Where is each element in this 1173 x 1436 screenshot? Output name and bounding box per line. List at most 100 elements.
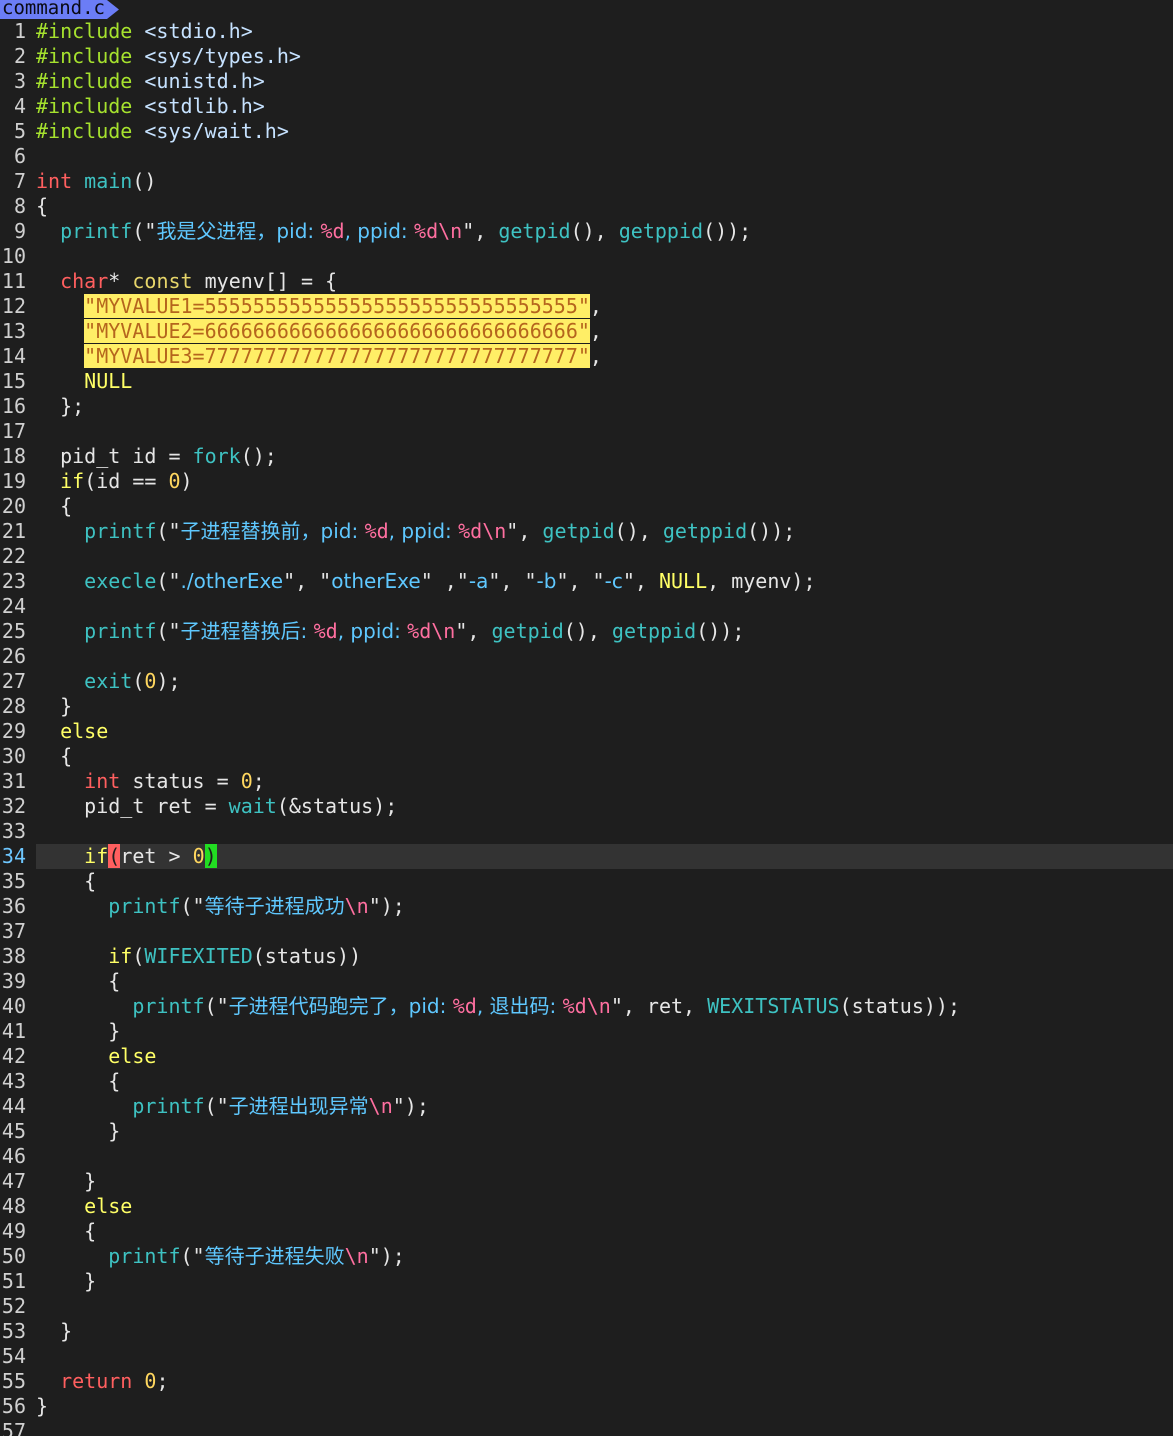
line-code[interactable]: printf("子进程替换前，pid: %d, ppid: %d\n", get…: [36, 519, 1173, 544]
line-code[interactable]: {: [36, 869, 1173, 894]
line-code[interactable]: #include <stdio.h>: [36, 19, 1173, 44]
code-line[interactable]: 31 int status = 0;: [0, 769, 1173, 794]
line-code[interactable]: }: [36, 1319, 1173, 1344]
code-line[interactable]: 57: [0, 1419, 1173, 1436]
line-code[interactable]: {: [36, 744, 1173, 769]
line-code[interactable]: printf("等待子进程失败\n");: [36, 1244, 1173, 1269]
line-code[interactable]: #include <sys/types.h>: [36, 44, 1173, 69]
code-line[interactable]: 37: [0, 919, 1173, 944]
code-line[interactable]: 39 {: [0, 969, 1173, 994]
line-code[interactable]: else: [36, 719, 1173, 744]
line-code[interactable]: int status = 0;: [36, 769, 1173, 794]
code-line[interactable]: 41 }: [0, 1019, 1173, 1044]
code-line[interactable]: 47 }: [0, 1169, 1173, 1194]
code-line[interactable]: 16 };: [0, 394, 1173, 419]
code-line[interactable]: 40 printf("子进程代码跑完了，pid: %d, 退出码: %d\n",…: [0, 994, 1173, 1019]
code-line[interactable]: 56}: [0, 1394, 1173, 1419]
code-line[interactable]: 54: [0, 1344, 1173, 1369]
line-code[interactable]: execle("./otherExe", "otherExe" ,"-a", "…: [36, 569, 1173, 594]
line-code[interactable]: }: [36, 1269, 1173, 1294]
line-code[interactable]: {: [36, 194, 1173, 219]
line-code[interactable]: printf("子进程代码跑完了，pid: %d, 退出码: %d\n", re…: [36, 994, 1173, 1019]
line-code[interactable]: [36, 919, 1173, 944]
code-line[interactable]: 5 #include <sys/wait.h>: [0, 119, 1173, 144]
line-code[interactable]: [36, 544, 1173, 569]
line-code[interactable]: pid_t ret = wait(&status);: [36, 794, 1173, 819]
line-code[interactable]: if(id == 0): [36, 469, 1173, 494]
code-line[interactable]: 2 #include <sys/types.h>: [0, 44, 1173, 69]
code-line[interactable]: 27 exit(0);: [0, 669, 1173, 694]
code-line[interactable]: 22: [0, 544, 1173, 569]
code-line[interactable]: 28 }: [0, 694, 1173, 719]
line-code[interactable]: {: [36, 494, 1173, 519]
code-line[interactable]: 14 "MYVALUE3=777777777777777777777777777…: [0, 344, 1173, 369]
code-line[interactable]: 38 if(WIFEXITED(status)): [0, 944, 1173, 969]
line-code[interactable]: "MYVALUE3=777777777777777777777777777777…: [36, 344, 1173, 369]
line-code[interactable]: "MYVALUE2=666666666666666666666666666666…: [36, 319, 1173, 344]
line-code[interactable]: pid_t id = fork();: [36, 444, 1173, 469]
line-code[interactable]: [36, 419, 1173, 444]
line-code[interactable]: {: [36, 1069, 1173, 1094]
line-code[interactable]: [36, 594, 1173, 619]
line-code[interactable]: }: [36, 1169, 1173, 1194]
line-code[interactable]: int main(): [36, 169, 1173, 194]
line-code[interactable]: [36, 1344, 1173, 1369]
line-code[interactable]: [36, 644, 1173, 669]
line-code[interactable]: }: [36, 694, 1173, 719]
code-line[interactable]: 46: [0, 1144, 1173, 1169]
line-code[interactable]: {: [36, 1219, 1173, 1244]
line-code[interactable]: [36, 244, 1173, 269]
line-code[interactable]: printf("我是父进程，pid: %d, ppid: %d\n", getp…: [36, 219, 1173, 244]
line-code[interactable]: return 0;: [36, 1369, 1173, 1394]
line-code[interactable]: }: [36, 1019, 1173, 1044]
code-line[interactable]: 15 NULL: [0, 369, 1173, 394]
code-line[interactable]: 49 {: [0, 1219, 1173, 1244]
code-line[interactable]: 11 char* const myenv[] = {: [0, 269, 1173, 294]
code-line[interactable]: 25 printf("子进程替换后: %d, ppid: %d\n", getp…: [0, 619, 1173, 644]
code-line[interactable]: 23 execle("./otherExe", "otherExe" ,"-a"…: [0, 569, 1173, 594]
line-code[interactable]: [36, 144, 1173, 169]
code-line[interactable]: 35 {: [0, 869, 1173, 894]
code-line[interactable]: 53 }: [0, 1319, 1173, 1344]
code-editor[interactable]: command.c 1 #include <stdio.h> 2 #include <…: [0, 0, 1173, 1436]
code-line[interactable]: 30 {: [0, 744, 1173, 769]
code-lines[interactable]: 1 #include <stdio.h> 2 #include <sys/types.…: [0, 19, 1173, 1436]
line-code[interactable]: char* const myenv[] = {: [36, 269, 1173, 294]
line-code[interactable]: #include <sys/wait.h>: [36, 119, 1173, 144]
code-line[interactable]: 43 {: [0, 1069, 1173, 1094]
line-code[interactable]: [36, 1419, 1173, 1436]
code-line[interactable]: 12 "MYVALUE1=555555555555555555555555555…: [0, 294, 1173, 319]
code-line[interactable]: 7 int main(): [0, 169, 1173, 194]
tab-file[interactable]: command.c: [0, 0, 119, 19]
line-code[interactable]: }: [36, 1394, 1173, 1419]
line-code[interactable]: [36, 1294, 1173, 1319]
code-line[interactable]: 34 if(ret > 0): [0, 844, 1173, 869]
line-code[interactable]: if(WIFEXITED(status)): [36, 944, 1173, 969]
code-line[interactable]: 52: [0, 1294, 1173, 1319]
code-line[interactable]: 32 pid_t ret = wait(&status);: [0, 794, 1173, 819]
line-code[interactable]: NULL: [36, 369, 1173, 394]
line-code[interactable]: else: [36, 1194, 1173, 1219]
line-code[interactable]: [36, 1144, 1173, 1169]
code-line[interactable]: 21 printf("子进程替换前，pid: %d, ppid: %d\n", …: [0, 519, 1173, 544]
line-code[interactable]: }: [36, 1119, 1173, 1144]
code-line[interactable]: 1 #include <stdio.h>: [0, 19, 1173, 44]
code-line[interactable]: 24: [0, 594, 1173, 619]
code-line[interactable]: 4 #include <stdlib.h>: [0, 94, 1173, 119]
code-line[interactable]: 6: [0, 144, 1173, 169]
code-line[interactable]: 18 pid_t id = fork();: [0, 444, 1173, 469]
line-code[interactable]: "MYVALUE1=555555555555555555555555555555…: [36, 294, 1173, 319]
code-line[interactable]: 50 printf("等待子进程失败\n");: [0, 1244, 1173, 1269]
line-code[interactable]: else: [36, 1044, 1173, 1069]
code-line[interactable]: 42 else: [0, 1044, 1173, 1069]
line-code[interactable]: printf("子进程替换后: %d, ppid: %d\n", getpid(…: [36, 619, 1173, 644]
code-line[interactable]: 13 "MYVALUE2=666666666666666666666666666…: [0, 319, 1173, 344]
code-line[interactable]: 26: [0, 644, 1173, 669]
line-code[interactable]: #include <unistd.h>: [36, 69, 1173, 94]
line-code[interactable]: {: [36, 969, 1173, 994]
code-line[interactable]: 17: [0, 419, 1173, 444]
code-line[interactable]: 48 else: [0, 1194, 1173, 1219]
code-line[interactable]: 3 #include <unistd.h>: [0, 69, 1173, 94]
code-line[interactable]: 10: [0, 244, 1173, 269]
line-code[interactable]: if(ret > 0): [36, 844, 1173, 869]
